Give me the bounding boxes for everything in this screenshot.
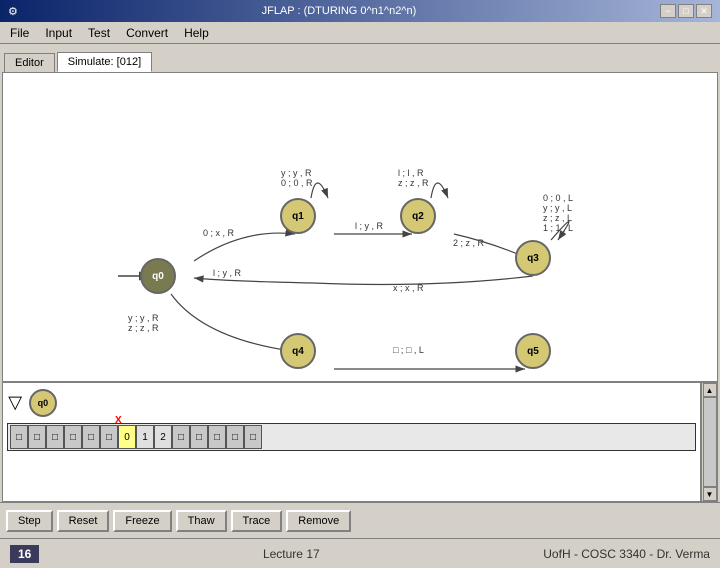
title-bar: ⚙ JFLAP : (DTURING 0^n1^n2^n) − □ ✕ [0,0,720,22]
title-bar-title: JFLAP : (DTURING 0^n1^n2^n) [18,5,660,17]
scroll-track [703,397,717,487]
footer-right-text: UofH - COSC 3340 - Dr. Verma [543,547,710,561]
tape-cell-2: □ [46,425,64,449]
label-q1-path: l ; y , R [213,268,241,278]
state-q1[interactable]: q1 [280,198,316,234]
footer: 16 Lecture 17 UofH - COSC 3340 - Dr. Ver… [0,538,720,568]
remove-button[interactable]: Remove [286,510,351,532]
tape-cell-7: 1 [136,425,154,449]
label-q2-q3: 2 ; z , R [453,238,484,248]
tape-cell-12: □ [226,425,244,449]
state-arrow-indicator: ▷ [5,396,26,410]
tape-cell-11: □ [208,425,226,449]
step-button[interactable]: Step [6,510,53,532]
state-q0[interactable]: q0 [140,258,176,294]
scroll-up-button[interactable]: ▲ [703,383,717,397]
menu-bar: File Input Test Convert Help [0,22,720,44]
label-q2-self: l ; l , Rz ; z , R [398,168,429,188]
tape-cell-8: 2 [154,425,172,449]
tab-editor[interactable]: Editor [4,53,55,72]
current-state-display: ▷ q0 [7,387,696,419]
tape-display: □ □ □ □ □ □ 0 1 2 □ □ □ □ □ [7,423,696,451]
current-state-circle: q0 [29,389,57,417]
label-q4-q5: □ ; □ , L [393,345,424,355]
state-q4[interactable]: q4 [280,333,316,369]
menu-input[interactable]: Input [39,24,78,42]
tape-cell-3: □ [64,425,82,449]
thaw-button[interactable]: Thaw [176,510,227,532]
tape-cell-9: □ [172,425,190,449]
label-q1-q2: l ; y , R [355,221,383,231]
tab-bar: Editor Simulate: [012] [0,44,720,72]
tape-cell-0: □ [10,425,28,449]
minimize-button[interactable]: − [660,4,676,18]
bottom-panel: ▷ q0 X □ □ □ □ □ □ 0 1 2 □ □ □ □ □ ▲ [2,382,718,502]
state-q2[interactable]: q2 [400,198,436,234]
reset-button[interactable]: Reset [57,510,110,532]
label-q1-self: y ; y , R0 ; 0 , R [281,168,313,188]
tape-container: X □ □ □ □ □ □ 0 1 2 □ □ □ □ □ [7,423,696,451]
menu-test[interactable]: Test [82,24,116,42]
tape-cell-5: □ [100,425,118,449]
tape-cell-13: □ [244,425,262,449]
main-area: q0 q1 q2 q3 q4 q5 y ; y , R0 ; 0 , R l ;… [2,72,718,382]
state-q3[interactable]: q3 [515,240,551,276]
menu-convert[interactable]: Convert [120,24,174,42]
menu-help[interactable]: Help [178,24,215,42]
button-bar: Step Reset Freeze Thaw Trace Remove [0,502,720,538]
tape-cell-4: □ [82,425,100,449]
title-bar-icon: ⚙ [8,5,18,18]
label-q3-self: 0 ; 0 , Ly ; y , Lz ; z , L1 ; 1 , L [543,193,573,233]
maximize-button[interactable]: □ [678,4,694,18]
close-button[interactable]: ✕ [696,4,712,18]
label-q0-q1: 0 ; x , R [203,228,234,238]
tape-cell-6: 0 [118,425,136,449]
state-q5[interactable]: q5 [515,333,551,369]
trace-button[interactable]: Trace [231,510,283,532]
menu-file[interactable]: File [4,24,35,42]
canvas-area: q0 q1 q2 q3 q4 q5 y ; y , R0 ; 0 , R l ;… [3,73,717,381]
title-bar-buttons: − □ ✕ [660,4,712,18]
label-q3-q0: x ; x , R [393,283,424,293]
freeze-button[interactable]: Freeze [113,510,171,532]
scroll-bar: ▲ ▼ [701,383,717,501]
footer-center-text: Lecture 17 [263,547,320,561]
tape-cell-1: □ [28,425,46,449]
label-q0-q4: y ; y , Rz ; z , R [128,313,159,333]
scroll-down-button[interactable]: ▼ [703,487,717,501]
footer-page-number: 16 [10,545,39,563]
tape-panel: ▷ q0 X □ □ □ □ □ □ 0 1 2 □ □ □ □ □ [3,383,701,501]
tape-cell-10: □ [190,425,208,449]
tab-simulate[interactable]: Simulate: [012] [57,52,152,72]
